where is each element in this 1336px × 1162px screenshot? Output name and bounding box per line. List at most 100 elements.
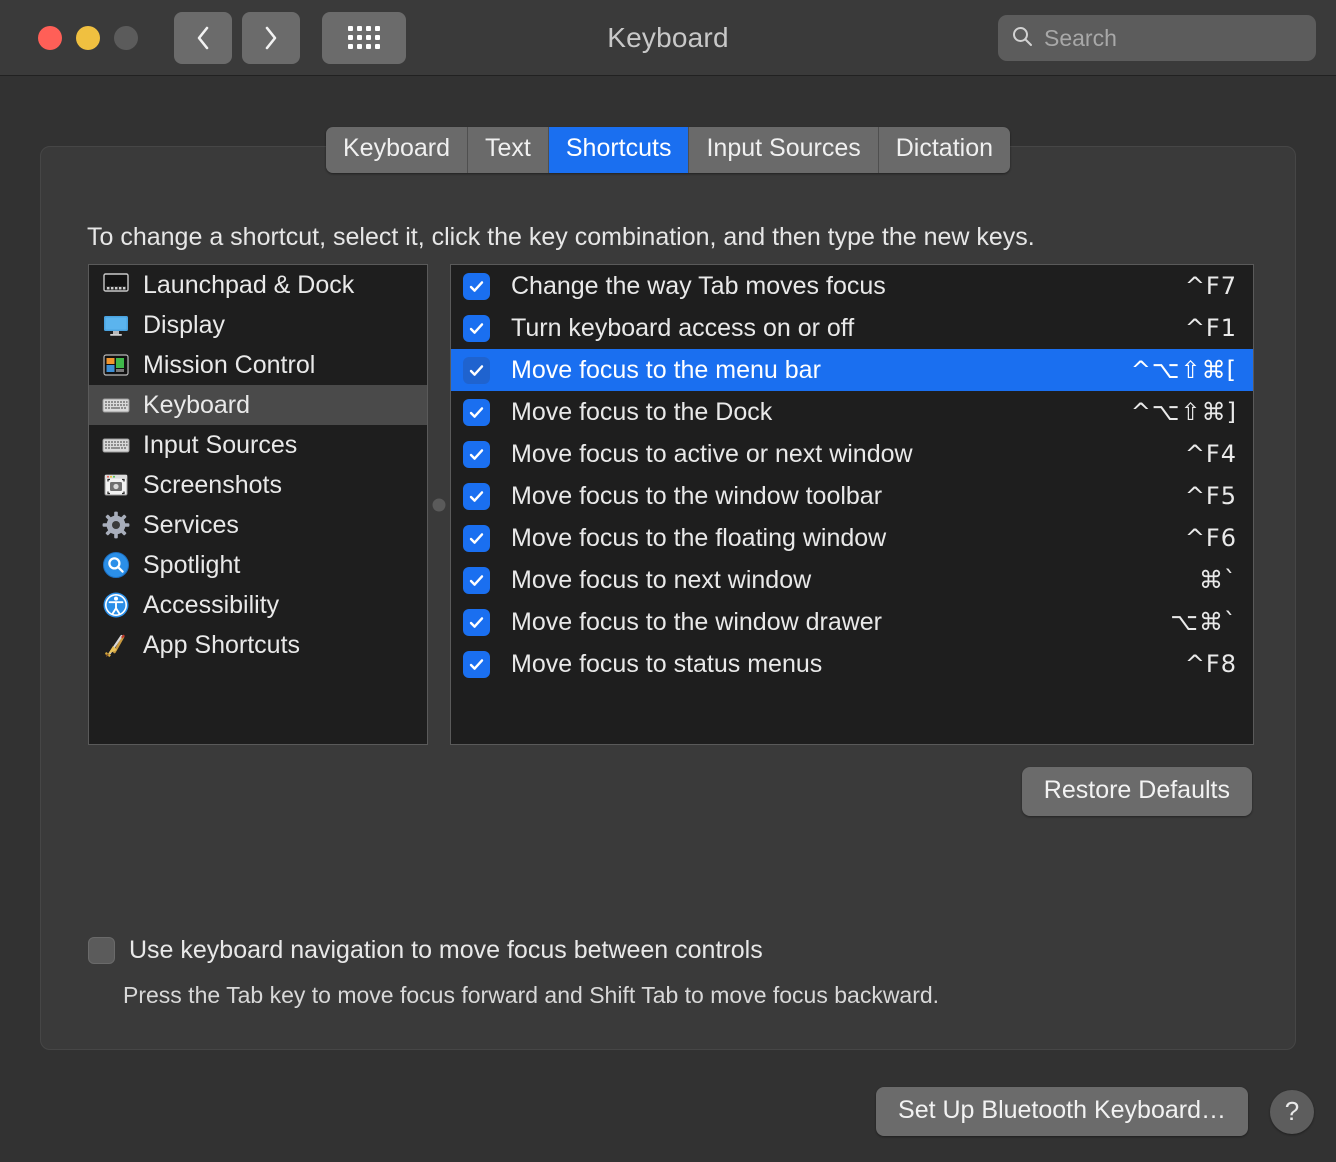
shortcut-checkbox[interactable] <box>463 398 490 426</box>
shortcut-label: Move focus to the window toolbar <box>511 481 883 510</box>
services-gear-icon <box>101 510 131 540</box>
split-handle[interactable] <box>428 264 450 745</box>
table-row[interactable]: Move focus to next window ⌘` <box>451 559 1253 601</box>
shortcut-label: Change the way Tab moves focus <box>511 271 886 300</box>
sidebar-item-display[interactable]: Display <box>89 305 427 345</box>
launchpad-dock-icon <box>101 270 131 300</box>
title-bar: Keyboard <box>0 0 1336 76</box>
sidebar-item-accessibility[interactable]: Accessibility <box>89 585 427 625</box>
forward-button[interactable] <box>242 11 300 64</box>
table-row[interactable]: Move focus to the window toolbar ^F5 <box>451 475 1253 517</box>
navigation-buttons <box>174 11 300 64</box>
sidebar-item-label: Display <box>143 310 225 339</box>
zoom-window-button[interactable] <box>114 25 138 50</box>
sidebar-item-app-shortcuts[interactable]: App Shortcuts <box>89 625 427 665</box>
shortcut-keys[interactable]: ⌥⌘` <box>1170 608 1237 636</box>
close-window-button[interactable] <box>38 25 62 50</box>
split-handle-dot <box>432 498 446 511</box>
shortcut-keys[interactable]: ⌘` <box>1199 566 1237 594</box>
shortcut-checkbox[interactable] <box>463 482 490 510</box>
shortcut-keys[interactable]: ^F7 <box>1185 272 1237 300</box>
tab-input-sources[interactable]: Input Sources <box>689 127 879 173</box>
shortcut-label: Move focus to next window <box>511 565 812 594</box>
table-row[interactable]: Move focus to status menus ^F8 <box>451 643 1253 685</box>
shortcut-label: Move focus to status menus <box>511 649 823 678</box>
sidebar-item-label: Screenshots <box>143 470 282 499</box>
shortcut-label: Move focus to the window drawer <box>511 607 883 636</box>
shortcut-keys[interactable]: ^F5 <box>1185 482 1237 510</box>
sidebar-item-input-sources[interactable]: Input Sources <box>89 425 427 465</box>
input-sources-icon <box>101 430 131 460</box>
split-view: Launchpad & Dock Display Mission Control… <box>88 264 1254 745</box>
shortcut-checkbox[interactable] <box>463 608 490 636</box>
tab-text[interactable]: Text <box>468 127 549 173</box>
shortcut-label: Move focus to active or next window <box>511 439 913 468</box>
sidebar-item-spotlight[interactable]: Spotlight <box>89 545 427 585</box>
spotlight-icon <box>101 550 131 580</box>
keyboard-navigation-label: Use keyboard navigation to move focus be… <box>129 936 763 964</box>
shortcut-checkbox[interactable] <box>463 314 490 342</box>
tab-dictation[interactable]: Dictation <box>878 127 1011 173</box>
shortcut-label: Move focus to the floating window <box>511 523 887 552</box>
table-row[interactable]: Move focus to the Dock ^⌥⇧⌘] <box>451 391 1253 433</box>
sidebar-item-label: Mission Control <box>143 350 316 379</box>
sidebar-item-label: Spotlight <box>143 550 241 579</box>
shortcut-label: Turn keyboard access on or off <box>511 313 855 342</box>
sidebar-item-label: Keyboard <box>143 390 251 419</box>
category-list[interactable]: Launchpad & Dock Display Mission Control… <box>88 264 428 745</box>
minimize-window-button[interactable] <box>76 25 100 50</box>
tab-group: Keyboard Text Shortcuts Input Sources Di… <box>325 127 1011 173</box>
shortcuts-list[interactable]: Change the way Tab moves focus ^F7 Turn … <box>450 264 1254 745</box>
setup-bluetooth-keyboard-button[interactable]: Set Up Bluetooth Keyboard… <box>876 1087 1248 1136</box>
shortcut-keys[interactable]: ^⌥⇧⌘] <box>1131 398 1237 426</box>
shortcut-checkbox[interactable] <box>463 650 490 678</box>
grid-icon <box>348 26 380 49</box>
keyboard-navigation-checkbox[interactable] <box>88 937 115 964</box>
table-row[interactable]: Move focus to the floating window ^F6 <box>451 517 1253 559</box>
sidebar-item-launchpad-dock[interactable]: Launchpad & Dock <box>89 265 427 305</box>
table-row[interactable]: Change the way Tab moves focus ^F7 <box>451 265 1253 307</box>
keyboard-navigation-row[interactable]: Use keyboard navigation to move focus be… <box>88 936 763 965</box>
sidebar-item-label: Services <box>143 510 239 539</box>
sidebar-item-mission-control[interactable]: Mission Control <box>89 345 427 385</box>
shortcut-label: Move focus to the menu bar <box>511 355 821 384</box>
table-row[interactable]: Move focus to the menu bar ^⌥⇧⌘[ <box>451 349 1253 391</box>
shortcut-checkbox[interactable] <box>463 440 490 468</box>
app-shortcuts-icon <box>101 630 131 660</box>
table-row[interactable]: Move focus to active or next window ^F4 <box>451 433 1253 475</box>
screenshots-icon <box>101 470 131 500</box>
shortcut-keys[interactable]: ^⌥⇧⌘[ <box>1131 356 1237 384</box>
sidebar-item-keyboard[interactable]: Keyboard <box>89 385 427 425</box>
search-icon <box>1010 24 1034 53</box>
table-row[interactable]: Turn keyboard access on or off ^F1 <box>451 307 1253 349</box>
shortcut-checkbox[interactable] <box>463 524 490 552</box>
shortcut-keys[interactable]: ^F8 <box>1185 650 1237 678</box>
display-icon <box>101 310 131 340</box>
show-all-button[interactable] <box>322 11 406 64</box>
restore-defaults-button[interactable]: Restore Defaults <box>1021 767 1252 816</box>
search-input[interactable] <box>1044 24 1336 52</box>
search-field[interactable] <box>998 15 1336 61</box>
shortcut-checkbox[interactable] <box>463 566 490 594</box>
accessibility-icon <box>101 590 131 620</box>
chevron-left-icon <box>193 23 213 53</box>
shortcuts-panel: To change a shortcut, select it, click t… <box>40 146 1296 1050</box>
help-button[interactable]: ? <box>1270 1089 1314 1134</box>
shortcut-keys[interactable]: ^F6 <box>1185 524 1237 552</box>
sidebar-item-label: App Shortcuts <box>143 630 301 659</box>
mission-control-icon <box>101 350 131 380</box>
keyboard-navigation-note: Press the Tab key to move focus forward … <box>123 982 940 1008</box>
tab-keyboard[interactable]: Keyboard <box>325 127 469 173</box>
tab-shortcuts[interactable]: Shortcuts <box>548 127 690 173</box>
shortcut-checkbox[interactable] <box>463 356 490 384</box>
shortcut-keys[interactable]: ^F4 <box>1185 440 1237 468</box>
traffic-lights <box>38 25 138 50</box>
chevron-right-icon <box>261 23 281 53</box>
shortcut-checkbox[interactable] <box>463 272 490 300</box>
table-row[interactable]: Move focus to the window drawer ⌥⌘` <box>451 601 1253 643</box>
back-button[interactable] <box>174 11 232 64</box>
sidebar-item-label: Launchpad & Dock <box>143 270 355 299</box>
sidebar-item-services[interactable]: Services <box>89 505 427 545</box>
sidebar-item-screenshots[interactable]: Screenshots <box>89 465 427 505</box>
shortcut-keys[interactable]: ^F1 <box>1185 314 1237 342</box>
